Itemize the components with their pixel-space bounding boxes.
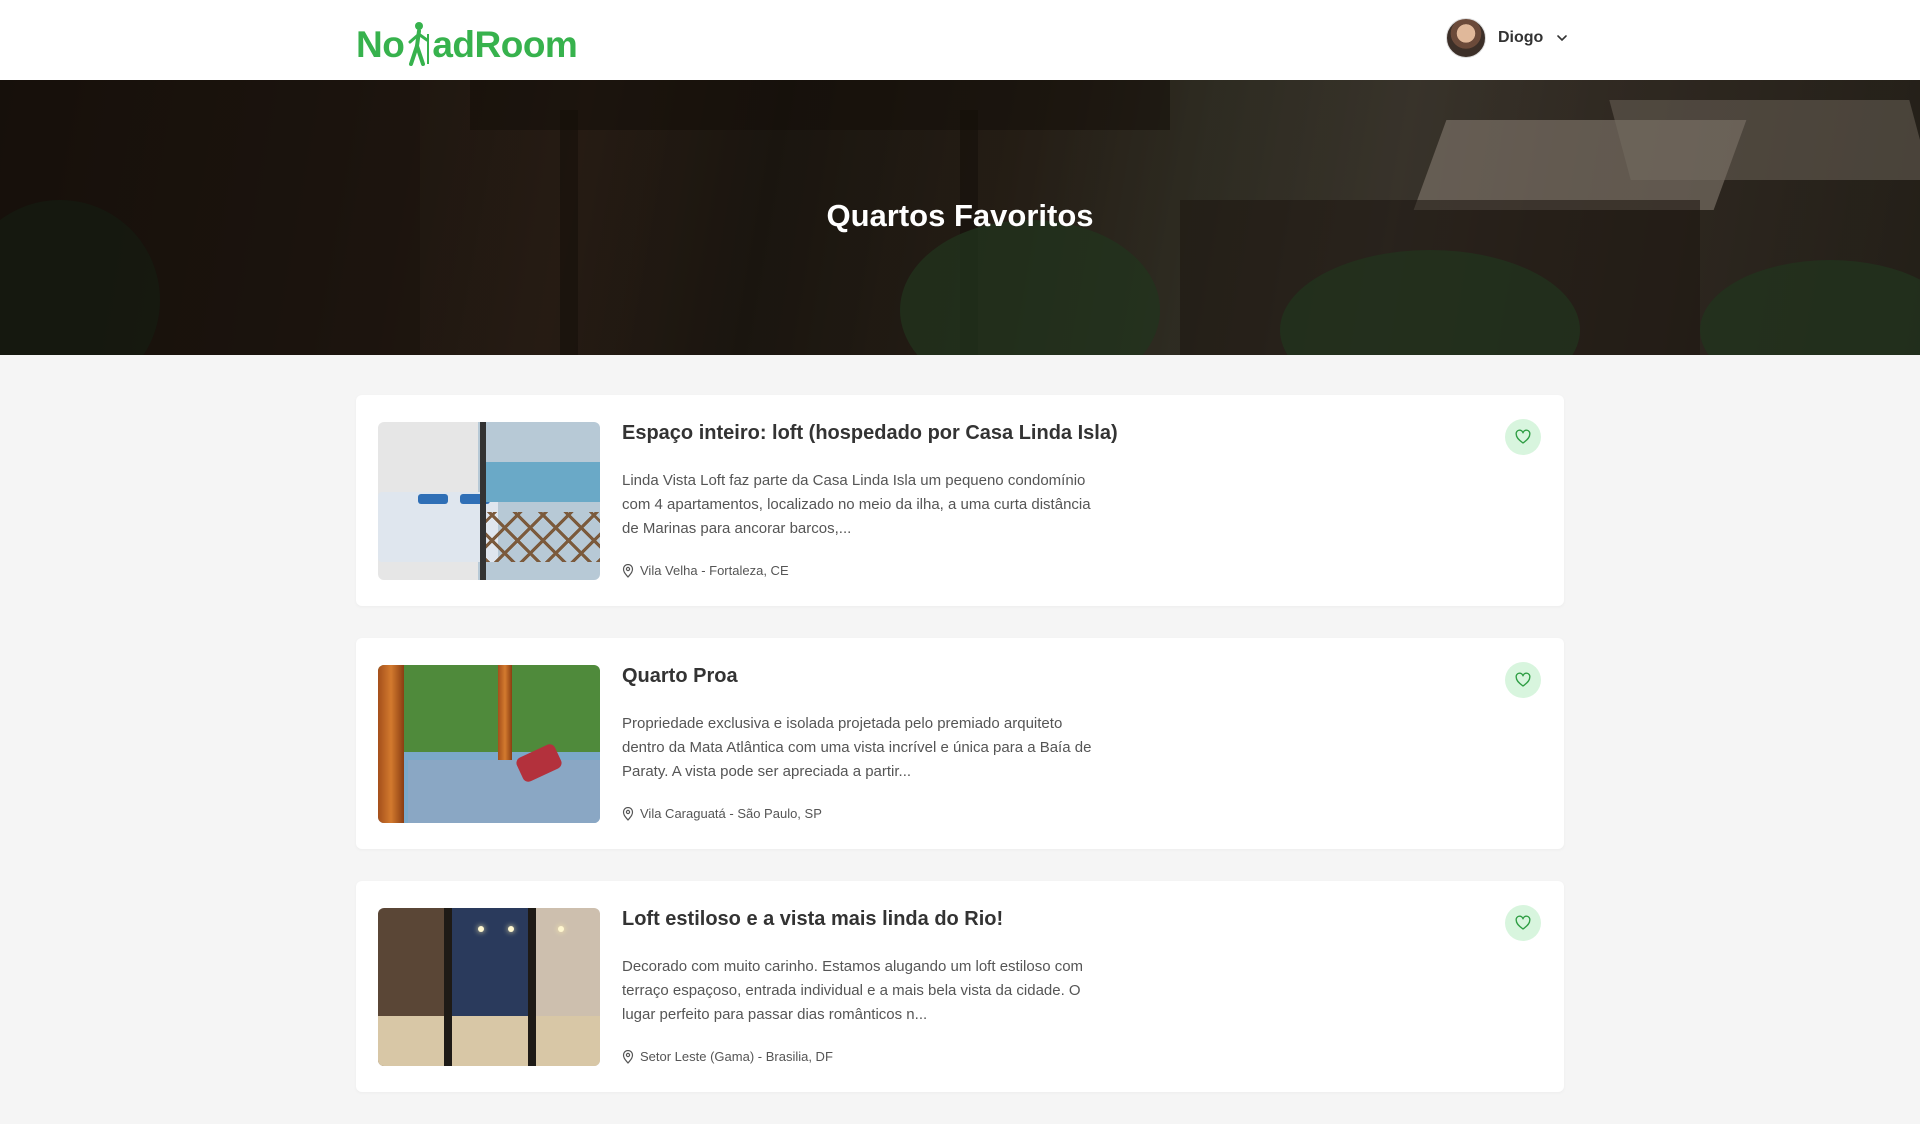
room-title[interactable]: Quarto Proa (622, 665, 738, 688)
room-photo[interactable] (378, 422, 600, 580)
room-location-text: Vila Velha - Fortaleza, CE (640, 563, 789, 578)
room-card[interactable]: Quarto Proa Propriedade exclusiva e isol… (356, 638, 1564, 849)
favorite-button[interactable] (1505, 905, 1541, 941)
favorites-list: Espaço inteiro: loft (hospedado por Casa… (356, 395, 1564, 1124)
heart-icon (1515, 915, 1531, 930)
nomadroom-logo[interactable]: No adRoom (356, 16, 578, 66)
room-description: Linda Vista Loft faz parte da Casa Linda… (622, 472, 1091, 537)
room-location: Vila Caraguatá - São Paulo, SP (622, 806, 822, 821)
logo-text-right: adRoom (432, 24, 578, 65)
user-menu[interactable]: Diogo (1446, 18, 1569, 58)
room-photo[interactable] (378, 908, 600, 1066)
room-location: Setor Leste (Gama) - Brasilia, DF (622, 1049, 833, 1064)
page-title: Quartos Favoritos (826, 198, 1094, 233)
hero-banner: Quartos Favoritos (0, 80, 1920, 355)
heart-icon (1515, 429, 1531, 444)
room-description: Propriedade exclusiva e isolada projetad… (622, 715, 1092, 780)
map-pin-icon (622, 1049, 634, 1064)
hiker-icon (405, 20, 431, 66)
map-pin-icon (622, 806, 634, 821)
favorite-button[interactable] (1505, 419, 1541, 455)
map-pin-icon (622, 563, 634, 578)
chevron-down-icon (1557, 35, 1568, 42)
heart-icon (1515, 672, 1531, 687)
top-navbar: No adRoom Diogo (0, 0, 1920, 80)
room-location-text: Setor Leste (Gama) - Brasilia, DF (640, 1049, 833, 1064)
avatar (1446, 18, 1486, 58)
favorite-button[interactable] (1505, 662, 1541, 698)
room-title[interactable]: Loft estiloso e a vista mais linda do Ri… (622, 908, 1003, 931)
room-location-text: Vila Caraguatá - São Paulo, SP (640, 806, 822, 821)
room-description: Decorado com muito carinho. Estamos alug… (622, 958, 1084, 1023)
room-location: Vila Velha - Fortaleza, CE (622, 563, 789, 578)
logo-text-left: No (356, 24, 405, 65)
room-card[interactable]: Espaço inteiro: loft (hospedado por Casa… (356, 395, 1564, 606)
user-name: Diogo (1498, 29, 1544, 46)
room-photo[interactable] (378, 665, 600, 823)
room-card[interactable]: Loft estiloso e a vista mais linda do Ri… (356, 881, 1564, 1092)
room-title[interactable]: Espaço inteiro: loft (hospedado por Casa… (622, 422, 1118, 445)
